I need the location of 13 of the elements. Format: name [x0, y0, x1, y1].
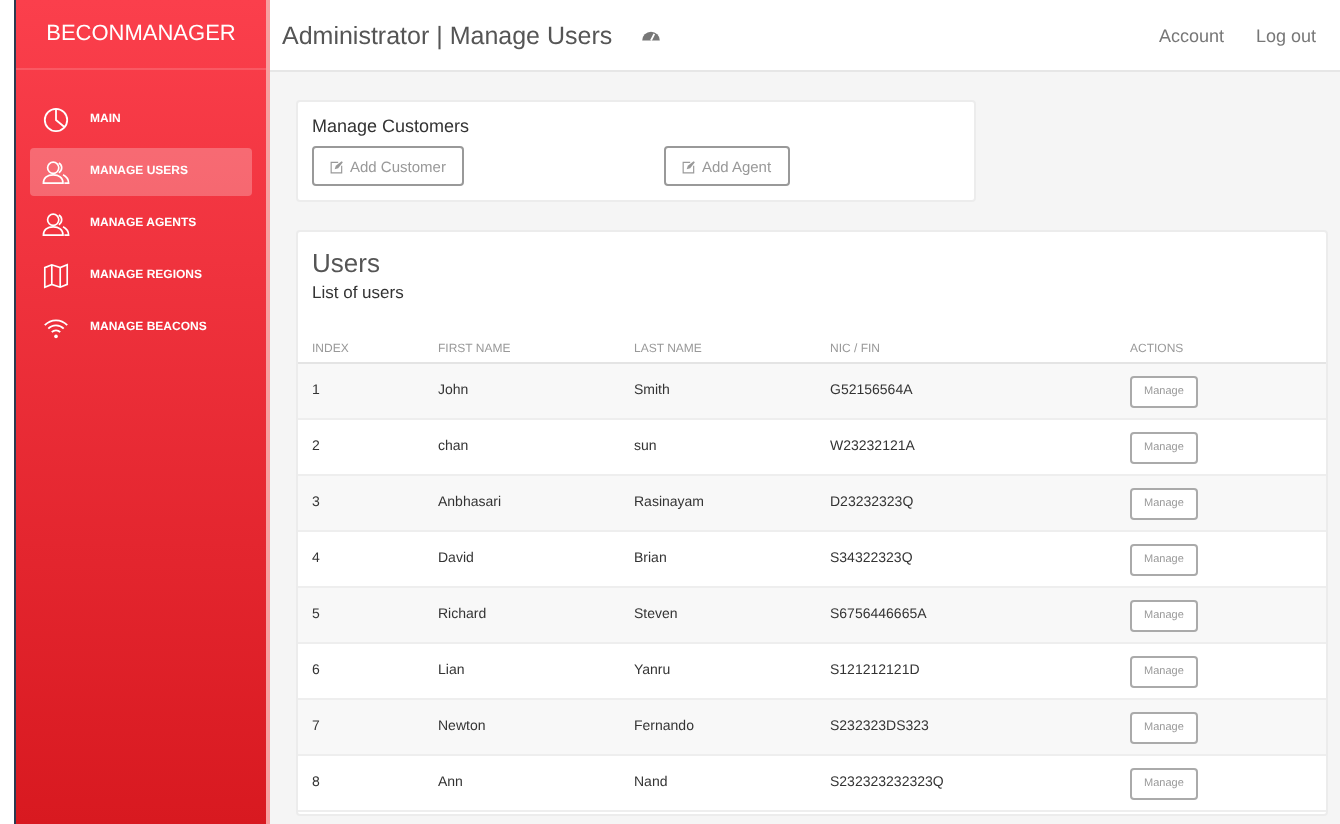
pie-chart-icon	[42, 106, 70, 134]
map-icon	[42, 262, 70, 290]
users-icon	[42, 158, 70, 186]
card-subtitle: List of users	[310, 280, 406, 302]
card-title: Manage Customers	[312, 116, 472, 136]
users-icon	[42, 210, 70, 238]
edit-icon	[681, 159, 696, 173]
wifi-icon	[42, 314, 70, 342]
page-title: Administrator | Manage Users	[282, 21, 613, 49]
card-title: Users	[310, 248, 382, 278]
header-link[interactable]: Account	[1158, 25, 1224, 45]
header-link[interactable]: Log out	[1255, 25, 1316, 45]
edit-icon	[330, 159, 344, 173]
